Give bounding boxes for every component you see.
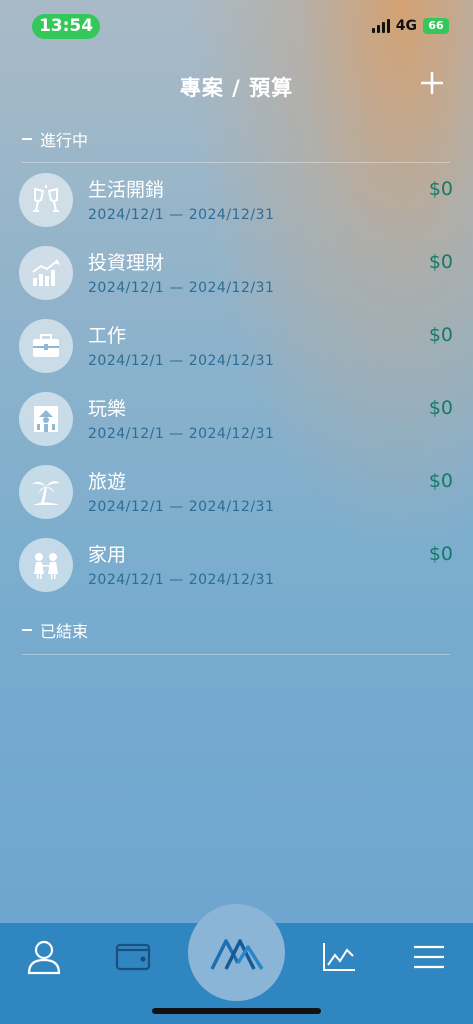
family-icon	[34, 553, 58, 579]
project-name: 旅遊	[88, 471, 127, 493]
divider	[22, 654, 450, 655]
project-dates: 2024/12/1 — 2024/12/31	[88, 353, 275, 369]
project-amount: $0	[428, 251, 453, 273]
growth-chart-icon	[32, 259, 60, 286]
project-name: 工作	[88, 325, 127, 347]
tab-chart[interactable]	[314, 937, 364, 977]
tab-wallet[interactable]	[108, 937, 158, 977]
project-icon-circle	[19, 392, 73, 446]
collapse-dash-icon	[22, 138, 32, 140]
project-row[interactable]: 投資理財 2024/12/1 — 2024/12/31 $0	[0, 246, 473, 319]
project-icon-circle	[19, 465, 73, 519]
project-row[interactable]: 旅遊 2024/12/1 — 2024/12/31 $0	[0, 465, 473, 538]
status-time: 13:54	[32, 14, 100, 39]
project-dates: 2024/12/1 — 2024/12/31	[88, 280, 275, 296]
project-amount: $0	[428, 178, 453, 200]
project-name: 玩樂	[88, 398, 127, 420]
divider	[22, 162, 450, 163]
profile-icon	[27, 940, 61, 975]
page-title: 專案 / 預算	[179, 76, 294, 100]
home-center-button[interactable]	[188, 904, 285, 1001]
project-amount: $0	[428, 543, 453, 565]
section-ended[interactable]: 已結束	[22, 618, 88, 642]
project-icon-circle	[19, 538, 73, 592]
chart-icon	[323, 943, 355, 971]
project-row[interactable]: 生活開銷 2024/12/1 — 2024/12/31 $0	[0, 173, 473, 246]
tab-profile[interactable]	[19, 937, 69, 977]
project-amount: $0	[428, 324, 453, 346]
project-icon-circle	[19, 319, 73, 373]
project-dates: 2024/12/1 — 2024/12/31	[88, 426, 275, 442]
wallet-icon	[115, 943, 151, 971]
toast-glasses-icon	[33, 185, 59, 212]
network-label: 4G	[395, 18, 417, 34]
menu-icon	[414, 945, 444, 969]
section-active[interactable]: 進行中	[22, 127, 88, 151]
briefcase-icon	[33, 334, 59, 357]
section-ended-label: 已結束	[40, 622, 89, 641]
add-project-button[interactable]	[417, 68, 447, 98]
plus-icon	[421, 72, 443, 94]
project-dates: 2024/12/1 — 2024/12/31	[88, 499, 275, 515]
battery-icon: 66	[423, 18, 449, 34]
project-amount: $0	[428, 397, 453, 419]
amusement-icon	[34, 406, 58, 432]
status-indicators: 4G 66	[371, 18, 449, 34]
mountain-logo-icon	[209, 938, 263, 970]
palm-tree-icon	[32, 481, 60, 505]
project-row[interactable]: 家用 2024/12/1 — 2024/12/31 $0	[0, 538, 473, 611]
home-indicator	[152, 1008, 321, 1014]
tab-menu[interactable]	[404, 937, 454, 977]
project-name: 投資理財	[88, 252, 165, 274]
project-name: 家用	[88, 544, 127, 566]
status-bar: 13:54 4G 66	[0, 0, 473, 56]
project-icon-circle	[19, 246, 73, 300]
signal-icon	[371, 19, 390, 33]
project-icon-circle	[19, 173, 73, 227]
header: 專案 / 預算	[0, 68, 473, 100]
project-name: 生活開銷	[88, 179, 165, 201]
section-active-label: 進行中	[40, 131, 89, 150]
collapse-dash-icon	[22, 629, 32, 631]
project-dates: 2024/12/1 — 2024/12/31	[88, 572, 275, 588]
project-dates: 2024/12/1 — 2024/12/31	[88, 207, 275, 223]
project-amount: $0	[428, 470, 453, 492]
project-row[interactable]: 工作 2024/12/1 — 2024/12/31 $0	[0, 319, 473, 392]
project-row[interactable]: 玩樂 2024/12/1 — 2024/12/31 $0	[0, 392, 473, 465]
